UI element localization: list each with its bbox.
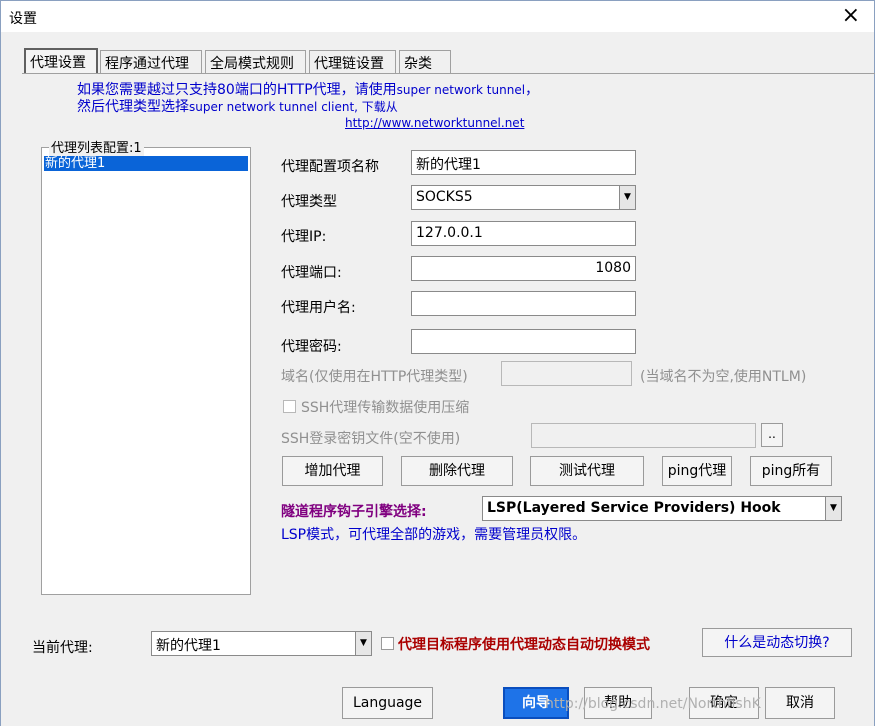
ssh-compress-label: SSH代理传输数据使用压缩 <box>301 400 470 416</box>
name-label: 代理配置项名称 <box>281 159 379 175</box>
tab-proxy-settings[interactable]: 代理设置 <box>24 48 98 74</box>
tab-program-proxy[interactable]: 程序通过代理 <box>100 50 202 73</box>
tab-pane-border <box>22 73 875 74</box>
add-proxy-button[interactable]: 增加代理 <box>282 456 383 486</box>
proxy-list-box[interactable] <box>41 147 251 595</box>
engine-label: 隧道程序钩子引擎选择: <box>281 504 427 520</box>
browse-button[interactable]: .. <box>761 423 783 447</box>
download-link[interactable]: http://www.networktunnel.net <box>345 116 524 130</box>
chevron-down-icon[interactable]: ▼ <box>355 632 371 655</box>
info-line-2: 然后代理类型选择super network tunnel client, 下载从 <box>77 99 398 115</box>
test-proxy-button[interactable]: 测试代理 <box>530 456 644 486</box>
ssh-key-label: SSH登录密钥文件(空不使用) <box>281 431 461 447</box>
ip-label: 代理IP: <box>281 229 327 245</box>
proxy-list-item[interactable]: 新的代理1 <box>44 156 248 171</box>
type-value: SOCKS5 <box>416 189 473 205</box>
watermark: http://blog.csdn.net/NorthfishK <box>545 696 761 712</box>
user-label: 代理用户名: <box>281 300 356 316</box>
ssh-compress-checkbox[interactable] <box>283 400 296 413</box>
ping-proxy-button[interactable]: ping代理 <box>662 456 732 486</box>
title-bar: 设置 × <box>0 0 875 32</box>
tab-misc[interactable]: 杂类 <box>399 50 451 73</box>
user-field[interactable] <box>411 291 636 316</box>
type-select[interactable]: SOCKS5 ▼ <box>411 185 636 210</box>
delete-proxy-button[interactable]: 删除代理 <box>401 456 513 486</box>
port-field[interactable]: 1080 <box>411 256 636 281</box>
window-title: 设置 <box>9 11 37 27</box>
ssh-key-field[interactable] <box>531 423 756 448</box>
chevron-down-icon[interactable]: ▼ <box>825 497 841 520</box>
proxy-list-label: 代理列表配置:1 <box>49 137 144 156</box>
auto-switch-checkbox[interactable] <box>381 637 394 650</box>
auto-switch-label: 代理目标程序使用代理动态自动切换模式 <box>398 637 650 653</box>
current-proxy-select[interactable]: 新的代理1 ▼ <box>151 631 372 656</box>
close-icon[interactable]: × <box>842 4 860 28</box>
domain-field[interactable] <box>501 361 632 386</box>
port-label: 代理端口: <box>281 265 342 281</box>
engine-select[interactable]: LSP(Layered Service Providers) Hook ▼ <box>482 496 842 521</box>
language-button[interactable]: Language <box>342 687 433 719</box>
domain-label: 域名(仅使用在HTTP代理类型) <box>281 369 468 385</box>
tab-global-rules[interactable]: 全局模式规则 <box>205 50 306 73</box>
name-field[interactable]: 新的代理1 <box>411 150 636 175</box>
current-proxy-value: 新的代理1 <box>156 638 221 654</box>
engine-note: LSP模式，可代理全部的游戏，需要管理员权限。 <box>281 527 587 543</box>
ip-field[interactable]: 127.0.0.1 <box>411 221 636 246</box>
type-label: 代理类型 <box>281 194 337 210</box>
engine-value: LSP(Layered Service Providers) Hook <box>487 500 781 516</box>
pass-label: 代理密码: <box>281 339 342 355</box>
ping-all-button[interactable]: ping所有 <box>750 456 832 486</box>
tab-proxy-chain[interactable]: 代理链设置 <box>309 50 396 73</box>
pass-field[interactable] <box>411 329 636 354</box>
cancel-button[interactable]: 取消 <box>765 687 835 719</box>
domain-hint: (当域名不为空,使用NTLM) <box>640 369 807 385</box>
chevron-down-icon[interactable]: ▼ <box>619 186 635 209</box>
current-proxy-label: 当前代理: <box>32 640 93 656</box>
what-is-dynamic-switch-button[interactable]: 什么是动态切换? <box>702 628 852 657</box>
